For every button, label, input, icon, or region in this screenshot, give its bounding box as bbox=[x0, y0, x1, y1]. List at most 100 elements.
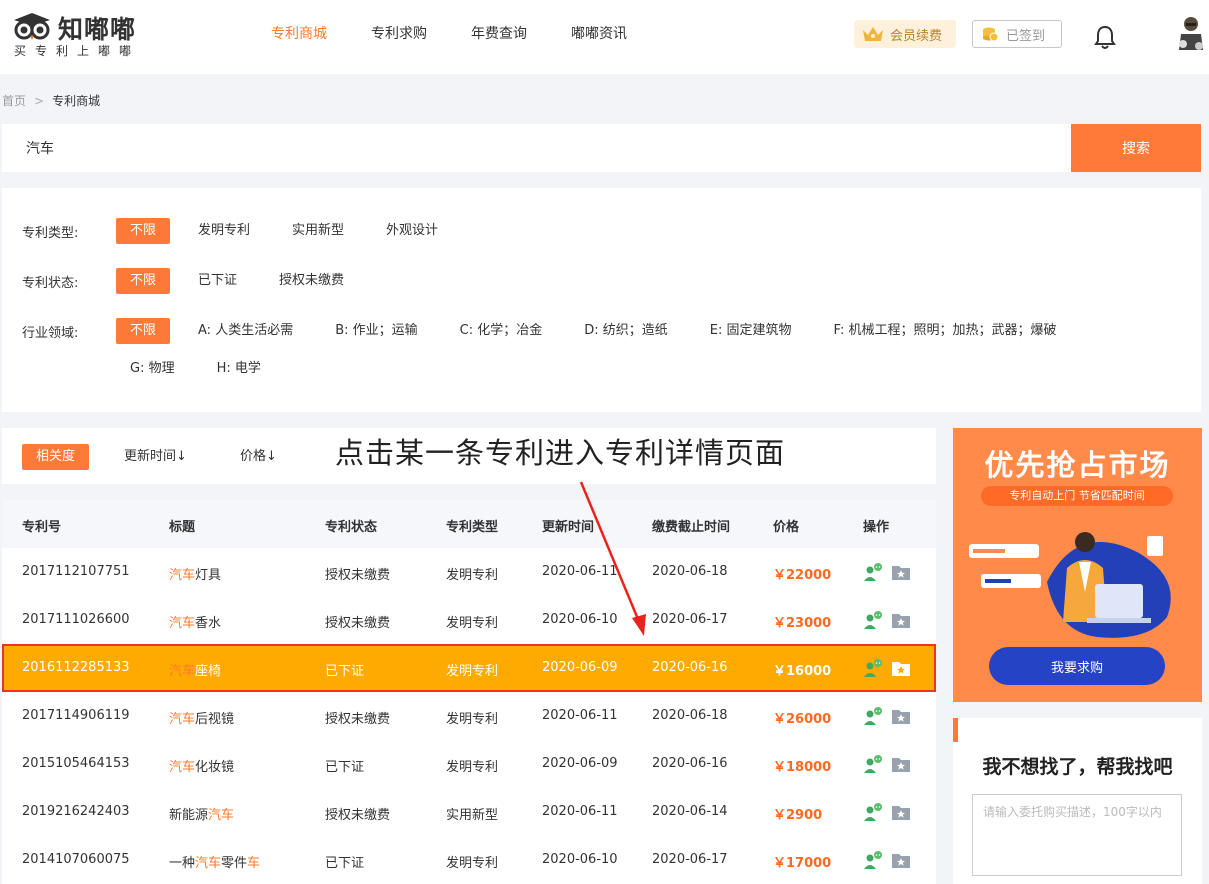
banner-subtitle: 专利自动上门 节省匹配时间 bbox=[981, 486, 1173, 506]
table-header: 专利号 标题 专利状态 专利类型 更新时间 缴费截止时间 价格 操作 bbox=[2, 500, 936, 548]
filter-industry-any[interactable]: 不限 bbox=[116, 318, 171, 344]
filter-type-utility[interactable]: 实用新型 bbox=[278, 218, 358, 244]
cell-patent-no: 2015105464153 bbox=[22, 756, 130, 771]
favorite-folder-icon[interactable] bbox=[891, 562, 911, 582]
sort-update-time[interactable]: 更新时间↓ bbox=[124, 444, 187, 470]
favorite-folder-icon[interactable] bbox=[891, 706, 911, 726]
breadcrumb-home[interactable]: 首页 bbox=[2, 92, 26, 109]
cell-price: ￥17000 bbox=[773, 856, 832, 871]
bell-icon[interactable] bbox=[1094, 24, 1116, 50]
site-logo[interactable]: 知嘟嘟 买专利上嘟嘟 bbox=[12, 10, 162, 62]
filter-industry-b[interactable]: B: 作业；运输 bbox=[321, 318, 431, 344]
title-suffix: 灯具 bbox=[195, 568, 222, 583]
contact-seller-icon[interactable] bbox=[863, 610, 883, 630]
contact-seller-icon[interactable] bbox=[863, 754, 883, 774]
cell-deadline: 2020-06-18 bbox=[652, 708, 728, 723]
cell-title[interactable]: 汽车座椅 bbox=[169, 660, 221, 679]
signed-in-button[interactable]: 已签到 bbox=[972, 20, 1062, 48]
contact-seller-icon[interactable] bbox=[863, 562, 883, 582]
cell-update-time: 2020-06-10 bbox=[542, 612, 618, 627]
filter-industry-g[interactable]: G: 物理 bbox=[116, 356, 189, 382]
title-suffix: 后视镜 bbox=[195, 712, 235, 727]
title-suffix: 零件 bbox=[221, 856, 248, 871]
table-row[interactable]: 2019216242403 新能源汽车 授权未缴费 实用新型 2020-06-11 202… bbox=[2, 788, 936, 836]
vip-renew-button[interactable]: 会员续费 bbox=[854, 20, 956, 48]
nav-patent-request[interactable]: 专利求购 bbox=[371, 23, 427, 43]
breadcrumb-current: 专利商城 bbox=[52, 94, 101, 108]
nav-news[interactable]: 嘟嘟资讯 bbox=[571, 23, 627, 43]
filter-type-invention[interactable]: 发明专利 bbox=[184, 218, 264, 244]
cell-type: 发明专利 bbox=[446, 568, 499, 583]
sort-price[interactable]: 价格↓ bbox=[240, 444, 277, 470]
table-row[interactable]: 2017111026600 汽车香水 授权未缴费 发明专利 2020-06-10 2020… bbox=[2, 596, 936, 644]
search-input[interactable] bbox=[2, 124, 1071, 172]
cell-status: 已下证 bbox=[325, 856, 365, 871]
filter-industry-a[interactable]: A: 人类生活必需 bbox=[184, 318, 307, 344]
help-accent-bar bbox=[953, 718, 958, 742]
title-keyword: 汽车 bbox=[169, 616, 196, 631]
cell-update-time: 2020-06-09 bbox=[542, 756, 618, 771]
filter-industry-c[interactable]: C: 化学；冶金 bbox=[446, 318, 557, 344]
table-row[interactable]: 2014107060075 一种汽车零件车 已下证 发明专利 2020-06-10 202… bbox=[2, 836, 936, 884]
filter-type-design[interactable]: 外观设计 bbox=[372, 218, 452, 244]
filter-status-unpaid[interactable]: 授权未缴费 bbox=[265, 268, 358, 294]
cell-type: 发明专利 bbox=[446, 712, 499, 727]
cell-title[interactable]: 新能源汽车 bbox=[169, 804, 234, 823]
table-row[interactable]: 2017112107751 汽车灯具 授权未缴费 发明专利 2020-06-11 2020… bbox=[2, 548, 936, 596]
cell-title[interactable]: 汽车香水 bbox=[169, 612, 221, 631]
th-type: 专利类型 bbox=[446, 520, 499, 535]
owl-logo-icon bbox=[14, 13, 50, 40]
filter-label-status: 专利状态: bbox=[22, 275, 79, 291]
favorite-folder-icon[interactable] bbox=[891, 658, 911, 678]
logo-title: 知嘟嘟 bbox=[58, 15, 137, 44]
cell-patent-no: 2017111026600 bbox=[22, 612, 130, 627]
banner-title: 优先抢占市场 bbox=[984, 448, 1171, 482]
contact-seller-icon[interactable] bbox=[863, 850, 883, 870]
cell-update-time: 2020-06-09 bbox=[542, 660, 618, 675]
avatar[interactable] bbox=[1175, 14, 1207, 52]
filter-industry-e[interactable]: E: 固定建筑物 bbox=[696, 318, 806, 344]
cell-title[interactable]: 汽车化妆镜 bbox=[169, 756, 234, 775]
contact-seller-icon[interactable] bbox=[863, 802, 883, 822]
cell-deadline: 2020-06-16 bbox=[652, 756, 728, 771]
cell-price: ￥18000 bbox=[773, 760, 832, 775]
filter-status-any[interactable]: 不限 bbox=[116, 268, 171, 294]
filter-industry-d[interactable]: D: 纺织；造纸 bbox=[570, 318, 682, 344]
table-row[interactable]: 2016112285133 汽车座椅 已下证 发明专利 2020-06-09 2020-0… bbox=[2, 644, 936, 692]
nav-annual-fee[interactable]: 年费查询 bbox=[471, 23, 527, 43]
table-row[interactable]: 2017114906119 汽车后视镜 授权未缴费 发明专利 2020-06-11 202… bbox=[2, 692, 936, 740]
contact-seller-icon[interactable] bbox=[863, 706, 883, 726]
th-status: 专利状态 bbox=[325, 520, 378, 535]
filter-type-any[interactable]: 不限 bbox=[116, 218, 171, 244]
favorite-folder-icon[interactable] bbox=[891, 610, 911, 630]
th-update: 更新时间 bbox=[542, 520, 595, 535]
help-card: 我不想找了，帮我找吧 bbox=[953, 718, 1202, 884]
filter-industry-f[interactable]: F: 机械工程；照明；加热；武器；爆破 bbox=[820, 318, 1071, 344]
cell-title[interactable]: 一种汽车零件车 bbox=[169, 852, 260, 871]
sort-relevance[interactable]: 相关度 bbox=[22, 444, 90, 470]
nav-patent-mall[interactable]: 专利商城 bbox=[271, 23, 327, 43]
filter-status-certified[interactable]: 已下证 bbox=[184, 268, 251, 294]
signed-in-label: 已签到 bbox=[1006, 28, 1046, 44]
commission-textarea[interactable] bbox=[972, 794, 1182, 876]
favorite-folder-icon[interactable] bbox=[891, 754, 911, 774]
cell-type: 发明专利 bbox=[446, 856, 499, 871]
filter-industry-h[interactable]: H: 电学 bbox=[203, 356, 275, 382]
request-purchase-button[interactable]: 我要求购 bbox=[989, 647, 1165, 685]
title-keyword-tail: 车 bbox=[247, 856, 261, 871]
favorite-folder-icon[interactable] bbox=[891, 850, 911, 870]
title-suffix: 化妆镜 bbox=[195, 760, 235, 775]
cell-title[interactable]: 汽车后视镜 bbox=[169, 708, 234, 727]
filter-panel: 专利类型: 不限 发明专利 实用新型 外观设计 专利状态: 不限 已下证 授权未… bbox=[2, 188, 1201, 412]
search-button[interactable]: 搜索 bbox=[1071, 124, 1201, 172]
search-bar: 搜索 bbox=[2, 124, 1201, 172]
main-nav: 专利商城 专利求购 年费查询 嘟嘟资讯 bbox=[271, 23, 671, 43]
filter-row-industry-cont: G: 物理 H: 电学 bbox=[116, 356, 289, 382]
contact-seller-icon[interactable] bbox=[863, 658, 883, 678]
cell-title[interactable]: 汽车灯具 bbox=[169, 564, 221, 583]
title-prefix: 一种 bbox=[169, 856, 196, 871]
favorite-folder-icon[interactable] bbox=[891, 802, 911, 822]
cell-status: 授权未缴费 bbox=[325, 808, 391, 823]
table-row[interactable]: 2015105464153 汽车化妆镜 已下证 发明专利 2020-06-09 2020-… bbox=[2, 740, 936, 788]
filter-label-type: 专利类型: bbox=[22, 225, 79, 241]
